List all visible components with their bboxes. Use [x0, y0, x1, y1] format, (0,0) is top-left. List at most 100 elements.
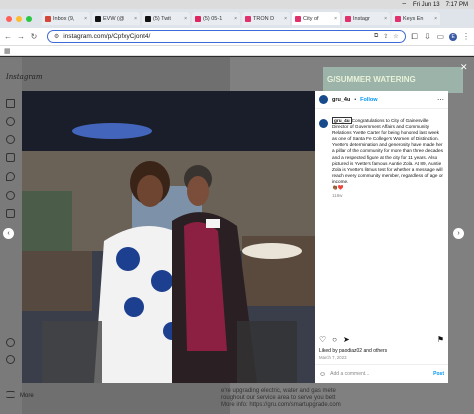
tab-label: EVW (@ — [103, 15, 125, 22]
post-comment-button[interactable]: Post — [433, 371, 444, 377]
address-bar-row: ← → ↻ ⚙ instagram.com/p/CpfxyCjont4/ ⧉ ⇪… — [0, 28, 474, 46]
reels-icon[interactable] — [6, 153, 15, 162]
browser-tab-bar: Inbox (9, × EVW (@ × (5) Twit × (5) 05-1 × TRON … — [0, 9, 474, 28]
save-bookmark-icon[interactable]: ⚑ — [437, 335, 444, 344]
sidebar-icon[interactable]: ▭ — [436, 32, 444, 41]
tab-favicon-icon — [95, 15, 101, 22]
url-text: instagram.com/p/CpfxyCjont4/ — [63, 33, 151, 40]
tab-favicon-icon — [245, 15, 251, 22]
forward-icon[interactable]: → — [17, 32, 25, 41]
explore-icon[interactable] — [6, 135, 15, 144]
install-icon[interactable]: ⧉ — [374, 33, 378, 40]
reload-icon[interactable]: ↻ — [30, 32, 38, 41]
messages-icon[interactable] — [6, 172, 15, 181]
browser-tab[interactable]: Keys En × — [392, 12, 440, 25]
post-date: March 7, 2023 — [319, 355, 347, 360]
tab-close-icon[interactable]: × — [384, 16, 387, 22]
author-username[interactable]: gru_4u — [332, 97, 350, 103]
share-send-icon[interactable]: ➤ — [343, 335, 350, 344]
emoji-icon[interactable]: ☺ — [319, 371, 326, 378]
browser-tab[interactable]: Inbox (9, × — [42, 12, 90, 25]
close-window-button[interactable] — [6, 15, 12, 22]
close-modal-icon[interactable]: ✕ — [460, 62, 468, 73]
caption-emoji: 👏🏾❤️ — [332, 185, 344, 191]
macos-menubar: ⌔ Fri Jun 13 7:17 PM — [0, 0, 474, 9]
minimize-window-button[interactable] — [16, 15, 22, 22]
browser-tab[interactable]: EVW (@ × — [92, 12, 140, 25]
tab-close-icon[interactable]: × — [434, 16, 437, 22]
tab-label: Instagr — [353, 15, 370, 22]
comment-bar: ☺ Add a comment... Post — [315, 364, 448, 383]
wifi-icon[interactable]: ⌔ — [401, 1, 407, 9]
like-heart-icon[interactable]: ♡ — [319, 335, 326, 344]
post-detail-panel: gru_4u • Follow ⋯ gru_4u Congratulations … — [315, 91, 448, 383]
tab-favicon-icon — [345, 15, 351, 22]
tab-favicon-icon — [145, 15, 151, 22]
home-icon[interactable] — [6, 99, 15, 108]
bookmark-star-icon[interactable]: ☆ — [393, 33, 398, 40]
threads-icon[interactable] — [6, 338, 15, 347]
instagram-logo[interactable]: Instagram — [6, 73, 43, 81]
downloads-icon[interactable]: ⇩ — [424, 32, 432, 41]
search-icon[interactable] — [6, 117, 15, 126]
caption-age: 118w — [332, 193, 343, 199]
browser-tab[interactable]: (5) Twit × — [142, 12, 190, 25]
browser-tab[interactable]: (5) 05-1 × — [192, 12, 240, 25]
create-icon[interactable] — [6, 209, 15, 218]
hamburger-menu-icon[interactable] — [6, 391, 15, 398]
site-info-icon[interactable]: ⚙ — [54, 33, 59, 40]
window-controls — [6, 15, 32, 22]
tab-label: TRON D — [253, 15, 275, 22]
tab-label: Inbox (9, — [53, 15, 75, 22]
post-header: gru_4u • Follow ⋯ — [315, 91, 448, 109]
caption-text: gru_4u Congratulations to City of Gainesv… — [332, 117, 443, 184]
tab-close-icon[interactable]: × — [284, 16, 287, 22]
previous-post-arrow[interactable]: ‹ — [3, 228, 14, 239]
tab-label: Keys En — [403, 15, 424, 22]
author-avatar[interactable] — [319, 95, 328, 104]
browser-tab[interactable]: TRON D × — [242, 12, 290, 25]
tab-label: (5) Twit — [153, 15, 171, 22]
menubar-date: Fri Jun 13 — [412, 1, 440, 8]
comment-icon[interactable]: ○ — [332, 335, 337, 344]
tab-close-icon[interactable]: × — [134, 16, 137, 22]
caption-block: gru_4u Congratulations to City of Gainesv… — [319, 117, 444, 199]
tab-close-icon[interactable]: × — [184, 16, 187, 22]
tab-label: City of — [303, 15, 319, 22]
kebab-menu-icon[interactable]: ⋮ — [462, 32, 470, 41]
liked-by[interactable]: Liked by paodiaz02 and others — [319, 348, 387, 354]
tab-close-icon[interactable]: × — [234, 16, 237, 22]
zoom-window-button[interactable] — [26, 15, 32, 22]
back-icon[interactable]: ← — [4, 32, 12, 41]
comment-input[interactable]: Add a comment... — [330, 371, 369, 377]
meta-icon[interactable] — [6, 355, 15, 364]
next-post-arrow[interactable]: › — [453, 228, 464, 239]
tab-label: (5) 05-1 — [203, 15, 223, 22]
tab-favicon-icon — [395, 15, 401, 22]
tab-favicon-icon — [45, 15, 51, 22]
menubar-time: 7:17 PM — [445, 1, 468, 8]
address-input[interactable]: ⚙ instagram.com/p/CpfxyCjont4/ ⧉ ⇪ ☆ — [46, 30, 406, 43]
follow-button[interactable]: Follow — [360, 97, 377, 103]
post-photo — [22, 91, 315, 383]
tab-close-icon[interactable]: × — [334, 16, 337, 22]
extensions-icon[interactable]: ⧠ — [411, 32, 419, 42]
post-actions: ♡ ○ ➤ ⚑ — [319, 335, 444, 344]
event-photo-illustration — [22, 91, 315, 383]
apps-grid-icon[interactable]: ▦ — [4, 47, 11, 55]
more-label[interactable]: More — [20, 393, 34, 399]
background-text: e're upgrading electric, water and gas m… — [221, 388, 341, 408]
notifications-heart-icon[interactable] — [6, 191, 15, 200]
caption-username[interactable]: gru_4u — [332, 117, 352, 124]
tab-favicon-icon — [195, 15, 201, 22]
background-banner: G/SUMMER WATERING — [323, 67, 463, 93]
tab-favicon-icon — [295, 15, 301, 22]
share-icon[interactable]: ⇪ — [383, 33, 388, 40]
browser-tab[interactable]: Instagr × — [342, 12, 390, 25]
browser-tab[interactable]: City of × — [292, 12, 340, 25]
bookmarks-bar — [0, 46, 474, 56]
more-options-icon[interactable]: ⋯ — [437, 96, 444, 104]
tab-close-icon[interactable]: × — [84, 16, 87, 22]
caption-avatar[interactable] — [319, 119, 328, 128]
profile-avatar[interactable]: E — [449, 32, 458, 41]
